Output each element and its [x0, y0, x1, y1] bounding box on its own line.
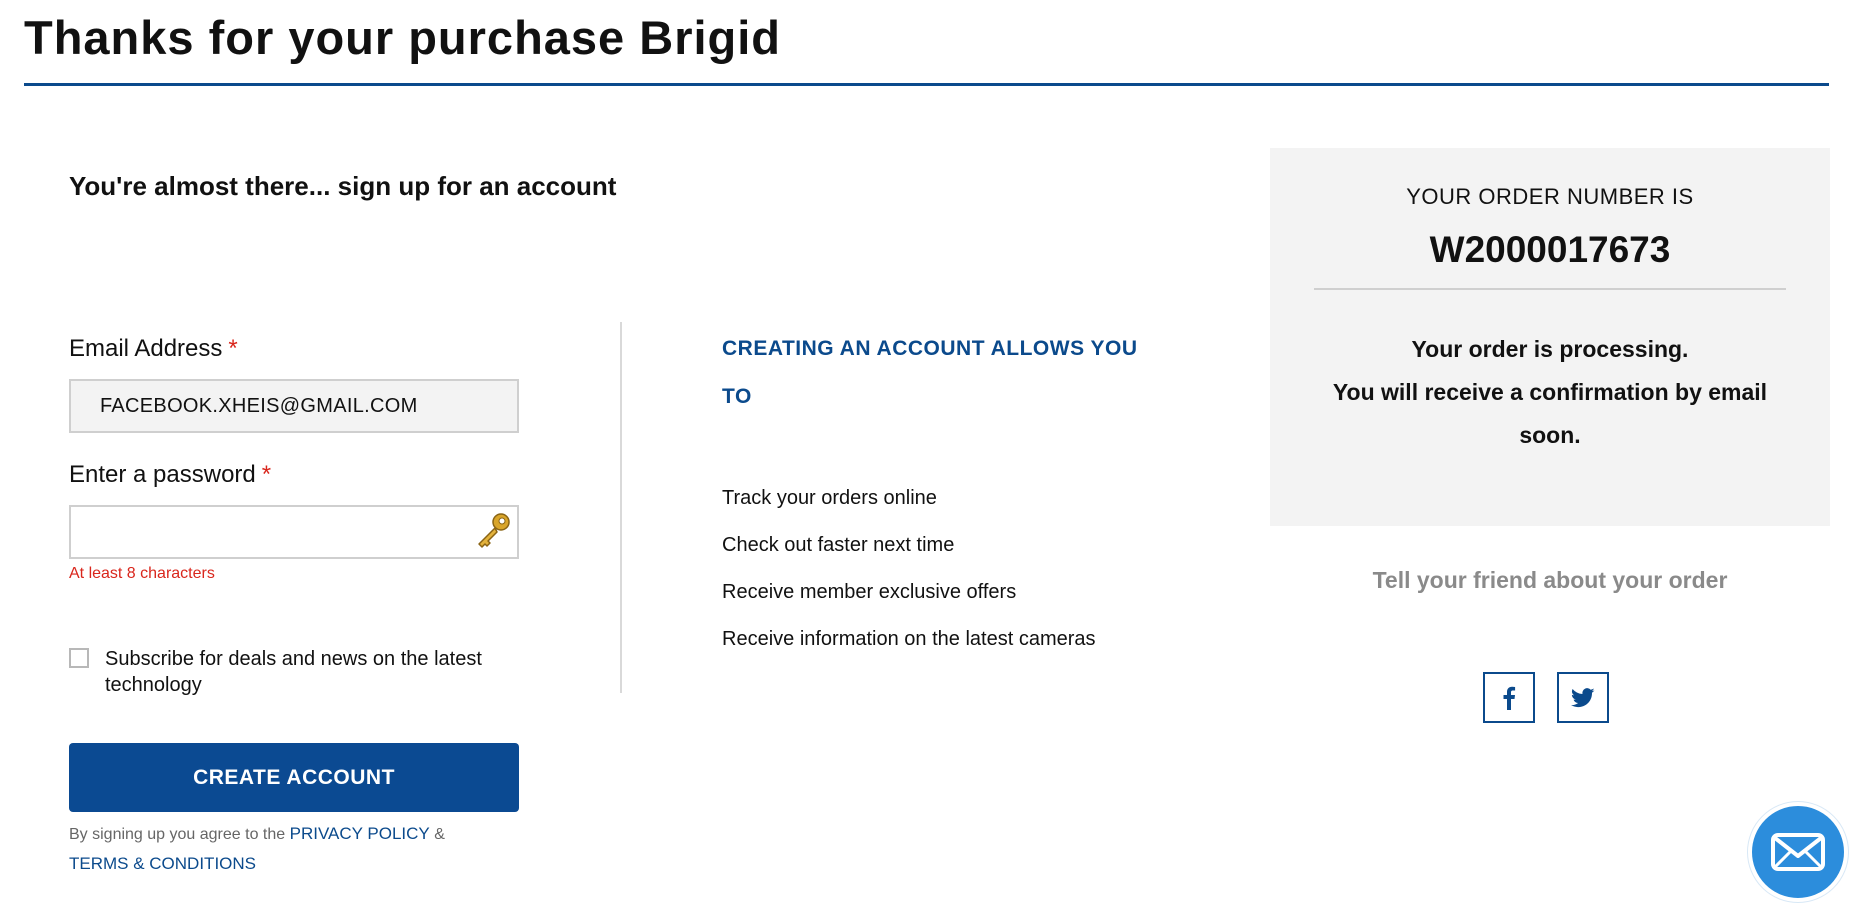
password-label-text: Enter a password — [69, 461, 256, 488]
order-status-line: You will receive a confirmation by email… — [1332, 379, 1768, 448]
key-icon[interactable] — [473, 511, 513, 553]
contact-chat-button[interactable] — [1748, 802, 1848, 902]
page-title: Thanks for your purchase Brigid — [24, 11, 782, 64]
list-item: Track your orders online — [722, 487, 937, 509]
subscribe-label[interactable]: Subscribe for deals and news on the late… — [105, 646, 525, 698]
email-label: Email Address * — [69, 335, 238, 363]
facebook-icon — [1503, 686, 1516, 710]
order-status: Your order is processing. You will recei… — [1310, 328, 1790, 457]
legal-notice: By signing up you agree to the PRIVACY P… — [69, 819, 529, 879]
required-mark: * — [261, 461, 272, 488]
email-field[interactable]: FACEBOOK.XHEIS@GMAIL.COM — [69, 379, 519, 433]
column-divider — [620, 322, 622, 693]
subscribe-checkbox[interactable] — [69, 648, 89, 668]
email-label-text: Email Address — [69, 335, 223, 362]
password-label: Enter a password * — [69, 461, 271, 489]
terms-link[interactable]: TERMS & CONDITIONS — [69, 854, 256, 873]
facebook-share-button[interactable] — [1483, 672, 1535, 723]
envelope-icon — [1771, 833, 1825, 871]
benefits-heading: CREATING AN ACCOUNT ALLOWS YOU TO — [722, 337, 1138, 408]
create-account-button[interactable]: CREATE ACCOUNT — [69, 743, 519, 812]
password-hint: At least 8 characters — [69, 565, 215, 582]
order-divider — [1314, 288, 1786, 290]
title-divider — [24, 83, 1829, 86]
order-summary-panel: YOUR ORDER NUMBER IS W2000017673 Your or… — [1270, 148, 1830, 526]
order-number: W2000017673 — [1429, 229, 1671, 270]
list-item: Receive information on the latest camera… — [722, 628, 1096, 650]
required-mark: * — [228, 335, 238, 362]
order-number-label: YOUR ORDER NUMBER IS — [1406, 184, 1694, 209]
email-value: FACEBOOK.XHEIS@GMAIL.COM — [100, 394, 418, 417]
password-field[interactable] — [69, 505, 519, 559]
benefits-list: Track your orders online Check out faste… — [722, 481, 1096, 669]
legal-prefix: By signing up you agree to the — [69, 826, 286, 843]
list-item: Check out faster next time — [722, 534, 955, 556]
order-status-line: Your order is processing. — [1411, 336, 1689, 362]
legal-and: & — [434, 826, 445, 843]
twitter-icon — [1571, 687, 1595, 707]
twitter-share-button[interactable] — [1557, 672, 1609, 723]
privacy-policy-link[interactable]: PRIVACY POLICY — [290, 824, 430, 843]
signup-heading: You're almost there... sign up for an ac… — [69, 171, 617, 201]
list-item: Receive member exclusive offers — [722, 581, 1017, 603]
share-heading: Tell your friend about your order — [1372, 567, 1728, 593]
